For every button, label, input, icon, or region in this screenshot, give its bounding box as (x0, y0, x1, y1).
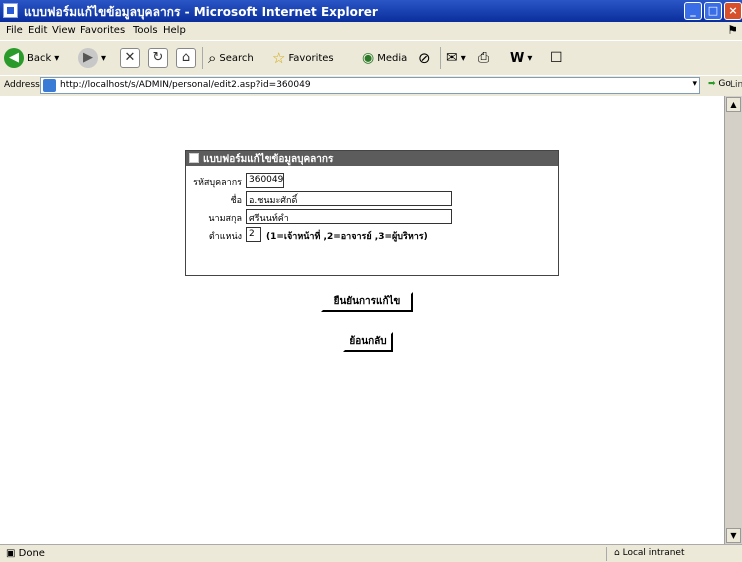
status-label: Done (18, 548, 45, 559)
print-icon: ⎙ (478, 50, 490, 66)
surname-label: นามสกุล (208, 214, 242, 224)
back-label: Back (27, 52, 52, 64)
address-label: Address (4, 80, 40, 90)
id-label: รหัสบุคลากร (193, 178, 242, 188)
media-button[interactable]: ◉ Media (362, 47, 407, 69)
favorites-button[interactable]: ☆ Favorites (272, 47, 334, 69)
address-input[interactable]: http://localhost/s/ADMIN/personal/edit2.… (40, 77, 700, 94)
back-arrow-icon: ◀ (4, 48, 24, 68)
menu-bar: File Edit View Favorites Tools Help ⚑ (0, 22, 742, 40)
menu-help[interactable]: Help (163, 25, 186, 36)
id-row: รหัสบุคลากร (186, 173, 242, 188)
media-icon: ◉ (362, 50, 375, 66)
home-icon: ⌂ (176, 48, 196, 68)
close-button[interactable]: × (724, 2, 742, 20)
stop-icon: ✕ (120, 48, 140, 68)
surname-row: นามสกุล (186, 209, 242, 224)
edit-form: แบบฟอร์มแก้ไขข้อมูลบุคลากร รหัสบุคลากร 3… (185, 150, 559, 276)
form-header: แบบฟอร์มแก้ไขข้อมูลบุคลากร (186, 151, 558, 166)
menu-edit[interactable]: Edit (28, 25, 47, 36)
page-content: แบบฟอร์มแก้ไขข้อมูลบุคลากร รหัสบุคลากร 3… (0, 96, 724, 544)
edit-button[interactable]: W ▾ (510, 47, 532, 69)
position-row: ตำแหน่ง (186, 227, 242, 242)
intranet-icon: ⌂ (614, 548, 620, 558)
scroll-down-icon[interactable]: ▼ (726, 528, 741, 543)
toolbar-separator (202, 47, 203, 69)
name-row: ชื่อ (186, 191, 242, 206)
star-icon: ☆ (272, 49, 286, 67)
history-icon: ⊘ (418, 49, 431, 67)
search-label: Search (219, 52, 254, 64)
history-button[interactable]: ⊘ (418, 47, 431, 69)
search-icon: ⌕ (208, 49, 217, 67)
browser-window: แบบฟอร์มแก้ไขข้อมูลบุคลากร - Microsoft I… (0, 0, 742, 562)
form-icon (189, 153, 199, 163)
page-done-icon: ▣ (6, 548, 16, 559)
forward-button[interactable]: ▶ ▾ (78, 47, 106, 69)
status-divider (606, 547, 607, 561)
scroll-up-icon[interactable]: ▲ (726, 97, 741, 112)
chevron-down-icon: ▾ (54, 52, 60, 64)
media-label: Media (377, 52, 408, 64)
chevron-down-icon[interactable]: ▾ (692, 79, 697, 89)
refresh-icon: ↻ (148, 48, 168, 68)
id-input[interactable]: 360049 (246, 173, 284, 188)
print-button[interactable]: ⎙ (478, 47, 489, 69)
status-bar: ▣ Done ⌂ Local intranet (0, 544, 742, 562)
go-arrow-icon: ➡ (708, 79, 716, 89)
minimize-button[interactable]: _ (684, 2, 702, 20)
chevron-down-icon: ▾ (460, 52, 466, 64)
forward-arrow-icon: ▶ (78, 48, 98, 68)
menu-view[interactable]: View (52, 25, 76, 36)
chevron-down-icon: ▾ (101, 52, 107, 64)
surname-input[interactable]: ศรีนนท์คำ (246, 209, 452, 224)
name-label: ชื่อ (230, 196, 242, 206)
refresh-button[interactable]: ↻ (148, 47, 168, 69)
ie-icon (3, 3, 18, 18)
favorites-label: Favorites (288, 52, 334, 64)
position-hint: (1=เจ้าหน้าที่ ,2=อาจารย์ ,3=ผู้บริหาร) (266, 232, 428, 242)
save-button[interactable]: ยืนยันการแก้ไข (321, 292, 413, 312)
mail-icon: ✉ (446, 50, 458, 66)
menu-tools[interactable]: Tools (133, 25, 158, 36)
stop-button[interactable]: ✕ (120, 47, 140, 69)
discuss-button[interactable]: ☐ (550, 47, 563, 69)
discuss-icon: ☐ (550, 50, 563, 66)
menu-favorites[interactable]: Favorites (80, 25, 125, 36)
go-button[interactable]: ➡ Go (708, 79, 731, 89)
window-title: แบบฟอร์มแก้ไขข้อมูลบุคลากร - Microsoft I… (24, 5, 378, 19)
position-input[interactable]: 2 (246, 227, 261, 242)
page-icon (43, 79, 56, 92)
address-url: http://localhost/s/ADMIN/personal/edit2.… (60, 80, 311, 90)
toolbar: ◀ Back ▾ ▶ ▾ ✕ ↻ ⌂ ⌕ Search ☆ Favorites … (0, 40, 742, 75)
form-title: แบบฟอร์มแก้ไขข้อมูลบุคลากร (203, 154, 334, 165)
windows-logo-icon: ⚑ (727, 23, 738, 37)
vertical-scrollbar[interactable]: ▲ ▼ (724, 96, 742, 544)
zone-label: Local intranet (622, 548, 685, 558)
edit-icon: W (510, 50, 525, 66)
position-label: ตำแหน่ง (208, 232, 242, 242)
title-bar: แบบฟอร์มแก้ไขข้อมูลบุคลากร - Microsoft I… (0, 0, 742, 22)
back-link-button[interactable]: ย้อนกลับ (343, 332, 393, 352)
mail-button[interactable]: ✉ ▾ (446, 47, 466, 69)
chevron-down-icon: ▾ (527, 52, 533, 64)
address-bar: Address http://localhost/s/ADMIN/persona… (0, 75, 742, 96)
search-button[interactable]: ⌕ Search (208, 47, 254, 69)
back-button[interactable]: ◀ Back ▾ (4, 47, 59, 69)
links-label[interactable]: Links (730, 80, 742, 90)
status-text: ▣ Done (6, 548, 45, 559)
toolbar-separator (440, 47, 441, 69)
home-button[interactable]: ⌂ (176, 47, 196, 69)
zone-indicator: ⌂ Local intranet (614, 548, 685, 558)
maximize-button[interactable]: □ (704, 2, 722, 20)
name-input[interactable]: อ.ชนมะศักดิ์ (246, 191, 452, 206)
menu-file[interactable]: File (6, 25, 23, 36)
